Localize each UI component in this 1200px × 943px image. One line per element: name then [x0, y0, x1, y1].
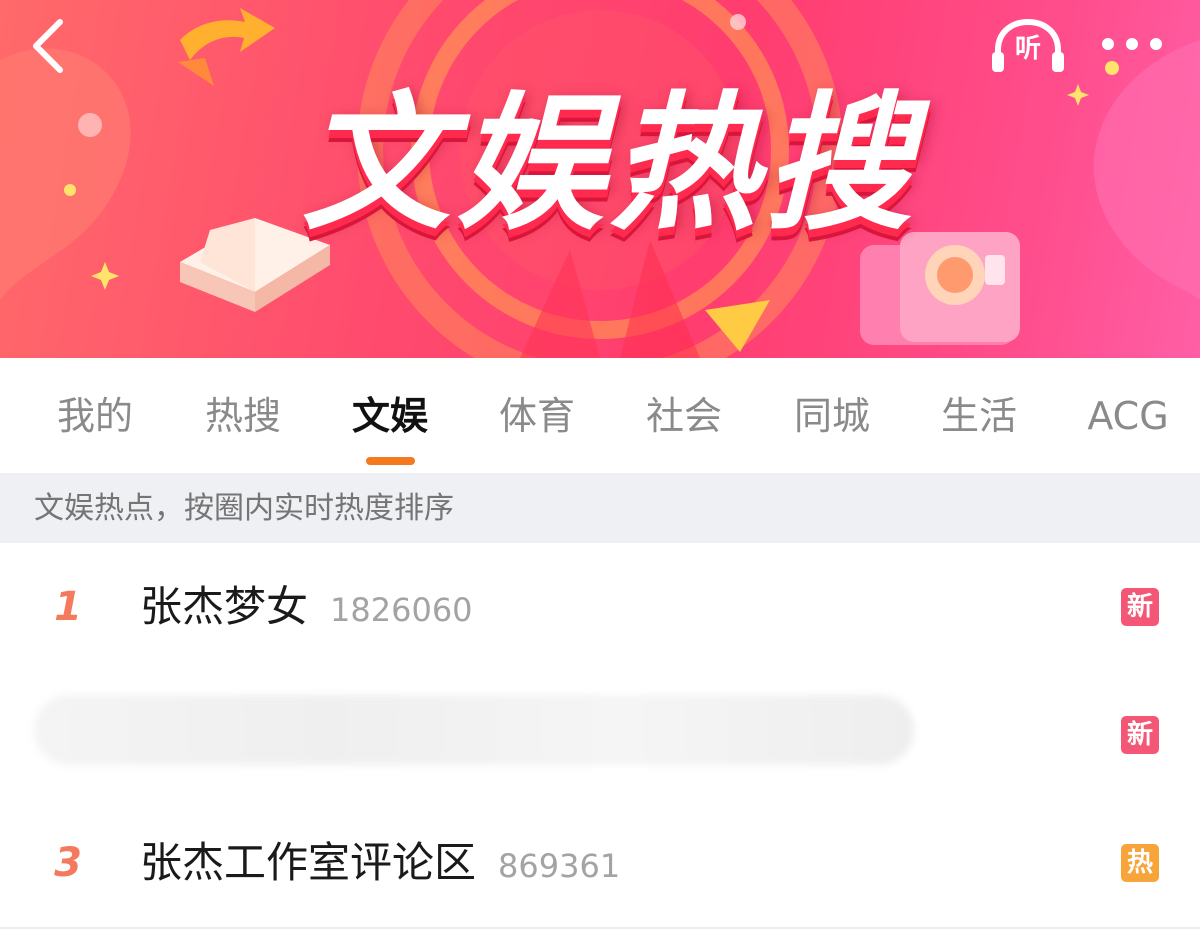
tab-acg[interactable]: ACG [1080, 358, 1176, 472]
rank-number: 1 [54, 584, 82, 630]
tab-local[interactable]: 同城 [787, 358, 877, 472]
tab-mine[interactable]: 我的 [50, 358, 140, 472]
tab-sports[interactable]: 体育 [492, 358, 582, 472]
section-description-text: 文娱热点，按圈内实时热度排序 [34, 491, 454, 526]
listen-label: 听 [1014, 34, 1041, 64]
list-item[interactable]: 1 张杰梦女 1826060 新 [0, 543, 1200, 673]
topic-title-text: 张杰工作室评论区 [140, 838, 477, 887]
rank-number: 3 [54, 840, 82, 886]
list-item[interactable]: 3 张杰工作室评论区 869361 热 [0, 799, 1200, 929]
list-item[interactable]: 新 [0, 671, 1200, 801]
heat-count: 869361 [498, 847, 621, 885]
tab-life[interactable]: 生活 [934, 358, 1024, 472]
chevron-left-icon [33, 19, 63, 73]
tab-hot-search[interactable]: 热搜 [198, 358, 288, 472]
topic-title: 张杰梦女 1826060 [140, 543, 473, 671]
more-dots-icon [1102, 38, 1162, 50]
tab-society[interactable]: 社会 [639, 358, 729, 472]
topic-title: 张杰工作室评论区 869361 [140, 799, 620, 927]
heat-count: 1826060 [330, 591, 473, 629]
new-badge: 新 [1121, 588, 1159, 626]
hot-badge: 热 [1121, 844, 1159, 882]
back-button[interactable] [26, 16, 82, 76]
banner-title: 文娱热搜 [302, 78, 918, 250]
tab-entertainment[interactable]: 文娱 [345, 358, 435, 472]
header-banner: 听 文娱热搜 [0, 0, 1200, 358]
category-tabs: 我的 热搜 文娱 体育 社会 同城 生活 ACG [0, 358, 1200, 472]
active-tab-indicator [366, 457, 415, 465]
more-button[interactable] [1096, 24, 1166, 64]
obscured-content [34, 695, 914, 765]
section-description: 文娱热点，按圈内实时热度排序 [0, 473, 1200, 543]
new-badge: 新 [1121, 716, 1159, 754]
listen-button[interactable]: 听 [990, 18, 1066, 74]
topic-title-text: 张杰梦女 [140, 582, 309, 631]
